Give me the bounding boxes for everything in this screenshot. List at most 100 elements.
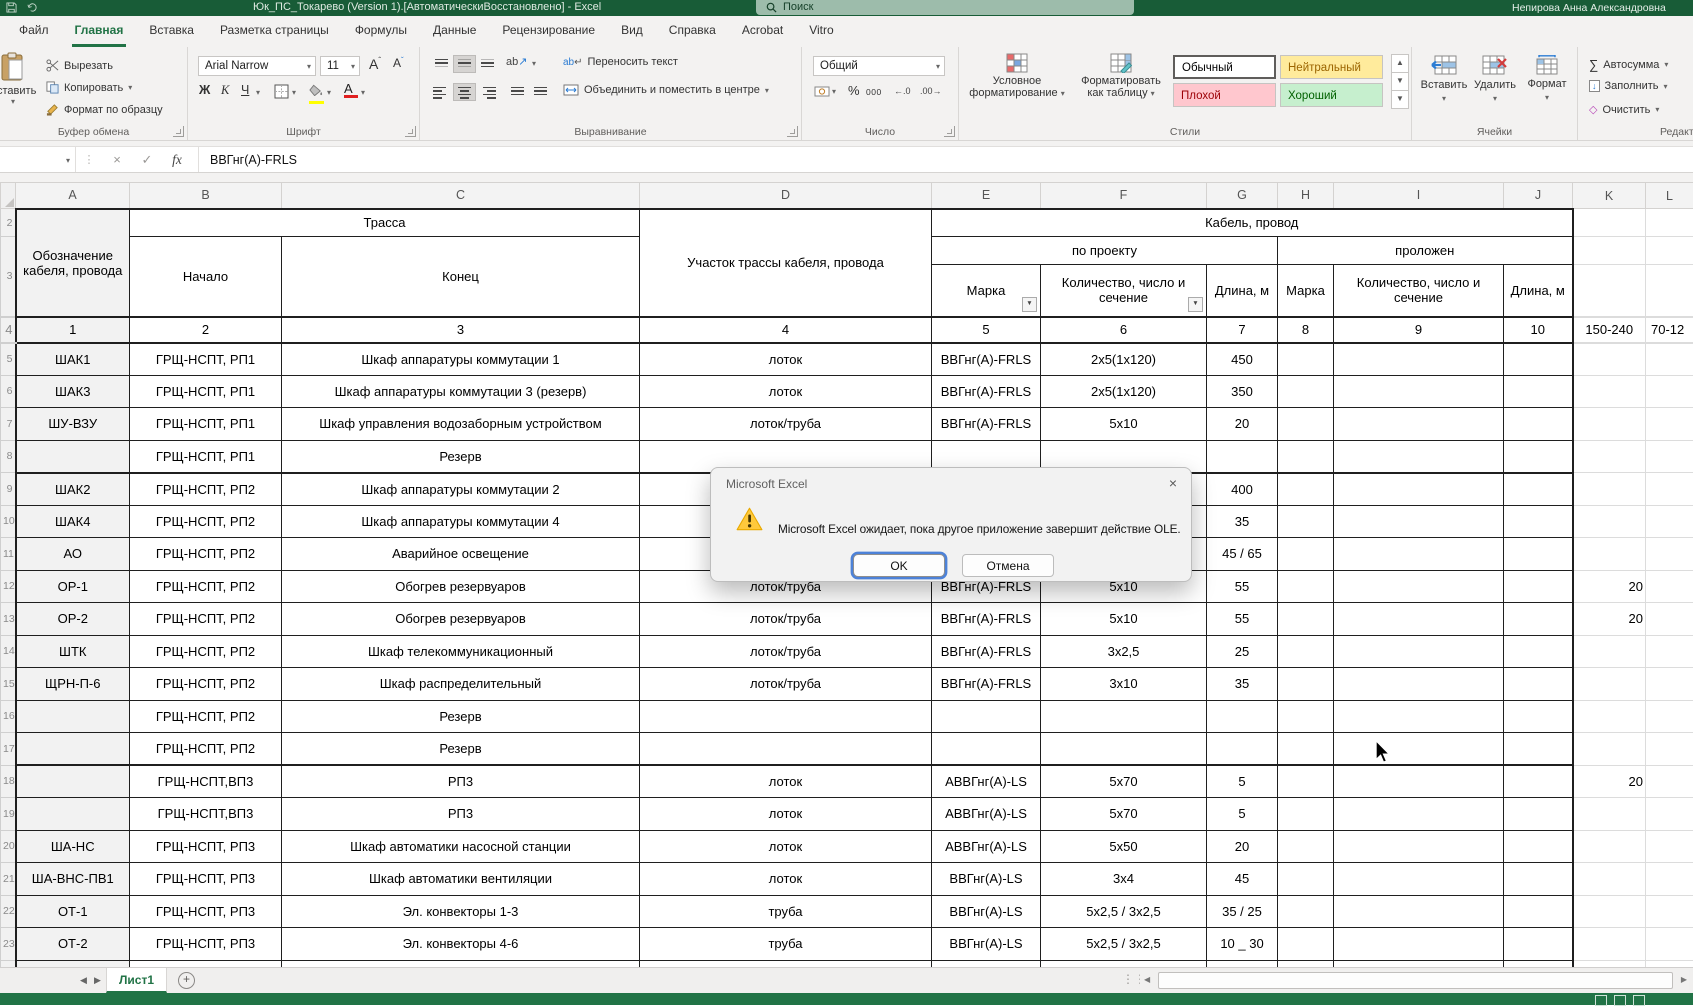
cell-I22[interactable] bbox=[1334, 895, 1504, 928]
align-top-icon[interactable] bbox=[430, 55, 453, 73]
cell-A5[interactable]: ШАК1 bbox=[16, 343, 130, 376]
cell-L22[interactable] bbox=[1646, 895, 1693, 928]
column-header-G[interactable]: G bbox=[1207, 183, 1278, 209]
cell-H20[interactable] bbox=[1278, 830, 1334, 863]
cell-J18[interactable] bbox=[1504, 765, 1573, 798]
cell-J24[interactable] bbox=[1504, 960, 1573, 967]
cell-J14[interactable] bbox=[1504, 635, 1573, 668]
cell-A16[interactable] bbox=[16, 700, 130, 733]
cell-E24[interactable]: ВВГнг(А)-LS bbox=[932, 960, 1041, 967]
cell-C7[interactable]: Шкаф управления водозаборным устройством bbox=[282, 408, 640, 441]
cell-K5[interactable] bbox=[1573, 343, 1646, 376]
wrap-text-button[interactable]: ab↵ Переносить текст bbox=[563, 56, 678, 68]
cell-C18[interactable]: РП3 bbox=[282, 765, 640, 798]
cell-K23[interactable] bbox=[1573, 928, 1646, 961]
cell-E19[interactable]: АВВГнг(А)-LS bbox=[932, 798, 1041, 831]
decrease-decimal-button[interactable]: .00→ bbox=[920, 86, 942, 96]
cell-F21[interactable]: 3х4 bbox=[1041, 863, 1207, 896]
conditional-formatting-button[interactable]: Условное форматирование ▾ bbox=[967, 53, 1067, 99]
header-cell-end[interactable]: Конец bbox=[282, 237, 640, 317]
cell-F22[interactable]: 5х2,5 / 3х2,5 bbox=[1041, 895, 1207, 928]
cell-B18[interactable]: ГРЩ-НСПТ,ВП3 bbox=[130, 765, 282, 798]
format-painter-button[interactable]: Формат по образцу bbox=[46, 103, 163, 116]
cell-E16[interactable] bbox=[932, 700, 1041, 733]
row-header[interactable]: 19 bbox=[1, 798, 16, 831]
comma-style-button[interactable]: 000 bbox=[866, 87, 882, 97]
cell-K19[interactable] bbox=[1573, 798, 1646, 831]
cell-G20[interactable]: 20 bbox=[1207, 830, 1278, 863]
cell-G24[interactable]: 25 / 30 bbox=[1207, 960, 1278, 967]
cell-E20[interactable]: АВВГнг(А)-LS bbox=[932, 830, 1041, 863]
row-header[interactable]: 13 bbox=[1, 603, 16, 636]
font-dialog-launcher[interactable] bbox=[405, 126, 416, 137]
cell-H18[interactable] bbox=[1278, 765, 1334, 798]
cell-L12[interactable] bbox=[1646, 570, 1693, 603]
row-header[interactable]: 2 bbox=[1, 209, 16, 237]
cancel-entry-button[interactable]: × bbox=[102, 152, 132, 167]
add-sheet-button[interactable]: + bbox=[178, 972, 195, 989]
header-cell-by-project[interactable]: по проекту bbox=[932, 237, 1278, 265]
column-header-C[interactable]: C bbox=[282, 183, 640, 209]
cell-I24[interactable] bbox=[1334, 960, 1504, 967]
borders-chevron-icon[interactable]: ▾ bbox=[292, 88, 296, 97]
row-header[interactable]: 21 bbox=[1, 863, 16, 896]
cell-J21[interactable] bbox=[1504, 863, 1573, 896]
number-dialog-launcher[interactable] bbox=[944, 126, 955, 137]
font-color-chevron-icon[interactable]: ▾ bbox=[361, 88, 365, 97]
cell-A13[interactable]: ОР-2 bbox=[16, 603, 130, 636]
cell-L15[interactable] bbox=[1646, 668, 1693, 701]
cell-B6[interactable]: ГРЩ-НСПТ, РП1 bbox=[130, 375, 282, 408]
header-cell-mark2[interactable]: Марка bbox=[1278, 265, 1334, 317]
font-color-button[interactable]: А bbox=[344, 81, 358, 98]
cell-J17[interactable] bbox=[1504, 733, 1573, 766]
clipboard-dialog-launcher[interactable] bbox=[173, 126, 184, 137]
cell-C24[interactable]: Эл. конвекторы 7-9 bbox=[282, 960, 640, 967]
cell-C23[interactable]: Эл. конвекторы 4-6 bbox=[282, 928, 640, 961]
row-header[interactable]: 18 bbox=[1, 765, 16, 798]
cell-I20[interactable] bbox=[1334, 830, 1504, 863]
cell-G15[interactable]: 35 bbox=[1207, 668, 1278, 701]
cut-button[interactable]: Вырезать bbox=[46, 59, 113, 72]
cell-K7[interactable] bbox=[1573, 408, 1646, 441]
cell-D6[interactable]: лоток bbox=[640, 375, 932, 408]
cell-A15[interactable]: ЩРН-П-6 bbox=[16, 668, 130, 701]
insert-cells-button[interactable]: Вставить ▾ bbox=[1418, 55, 1470, 103]
shrink-font-button[interactable]: Aˇ bbox=[390, 56, 407, 70]
cell-F19[interactable]: 5х70 bbox=[1041, 798, 1207, 831]
cell-D16[interactable] bbox=[640, 700, 932, 733]
row-header[interactable]: 22 bbox=[1, 895, 16, 928]
cell-L11[interactable] bbox=[1646, 538, 1693, 571]
cell-A14[interactable]: ШТК bbox=[16, 635, 130, 668]
cell-A24[interactable]: ОТ-3 bbox=[16, 960, 130, 967]
close-icon[interactable]: × bbox=[1169, 475, 1177, 491]
decrease-indent-icon[interactable] bbox=[506, 83, 529, 101]
ribbon-tab-Acrobat[interactable]: Acrobat bbox=[729, 16, 796, 47]
cell-C9[interactable]: Шкаф аппаратуры коммутации 2 bbox=[282, 473, 640, 506]
cell-G11[interactable]: 45 / 65 bbox=[1207, 538, 1278, 571]
cell-A21[interactable]: ША-ВНС-ПВ1 bbox=[16, 863, 130, 896]
format-as-table-button[interactable]: Форматировать как таблицу ▾ bbox=[1071, 53, 1171, 99]
cell-G10[interactable]: 35 bbox=[1207, 505, 1278, 538]
borders-icon[interactable] bbox=[274, 84, 289, 99]
orientation-chevron-icon[interactable]: ▾ bbox=[532, 59, 536, 68]
column-number-cell[interactable]: 10 bbox=[1504, 317, 1573, 343]
cell-E17[interactable] bbox=[932, 733, 1041, 766]
cell-C19[interactable]: РП3 bbox=[282, 798, 640, 831]
header-cell-section[interactable]: Участок трассы кабеля, провода bbox=[640, 209, 932, 317]
cell-F15[interactable]: 3х10 bbox=[1041, 668, 1207, 701]
cell-B8[interactable]: ГРЩ-НСПТ, РП1 bbox=[130, 440, 282, 473]
cell-C15[interactable]: Шкаф распределительный bbox=[282, 668, 640, 701]
column-header-I[interactable]: I bbox=[1334, 183, 1504, 209]
font-size-combo[interactable]: 11▾ bbox=[320, 56, 360, 76]
column-number-cell[interactable]: 6 bbox=[1041, 317, 1207, 343]
name-box[interactable]: ▾ bbox=[0, 147, 76, 172]
paste-button[interactable]: Вставить ▾ bbox=[0, 52, 42, 106]
cell-B10[interactable]: ГРЩ-НСПТ, РП2 bbox=[130, 505, 282, 538]
header-cell-length[interactable]: Длина, м bbox=[1207, 265, 1278, 317]
account-name[interactable]: Непирова Анна Александровна bbox=[1512, 2, 1666, 14]
cell-H10[interactable] bbox=[1278, 505, 1334, 538]
column-header-E[interactable]: E bbox=[932, 183, 1041, 209]
grow-font-button[interactable]: Aˆ bbox=[366, 56, 384, 72]
column-number-cell[interactable]: 4 bbox=[640, 317, 932, 343]
cell-B17[interactable]: ГРЩ-НСПТ, РП2 bbox=[130, 733, 282, 766]
